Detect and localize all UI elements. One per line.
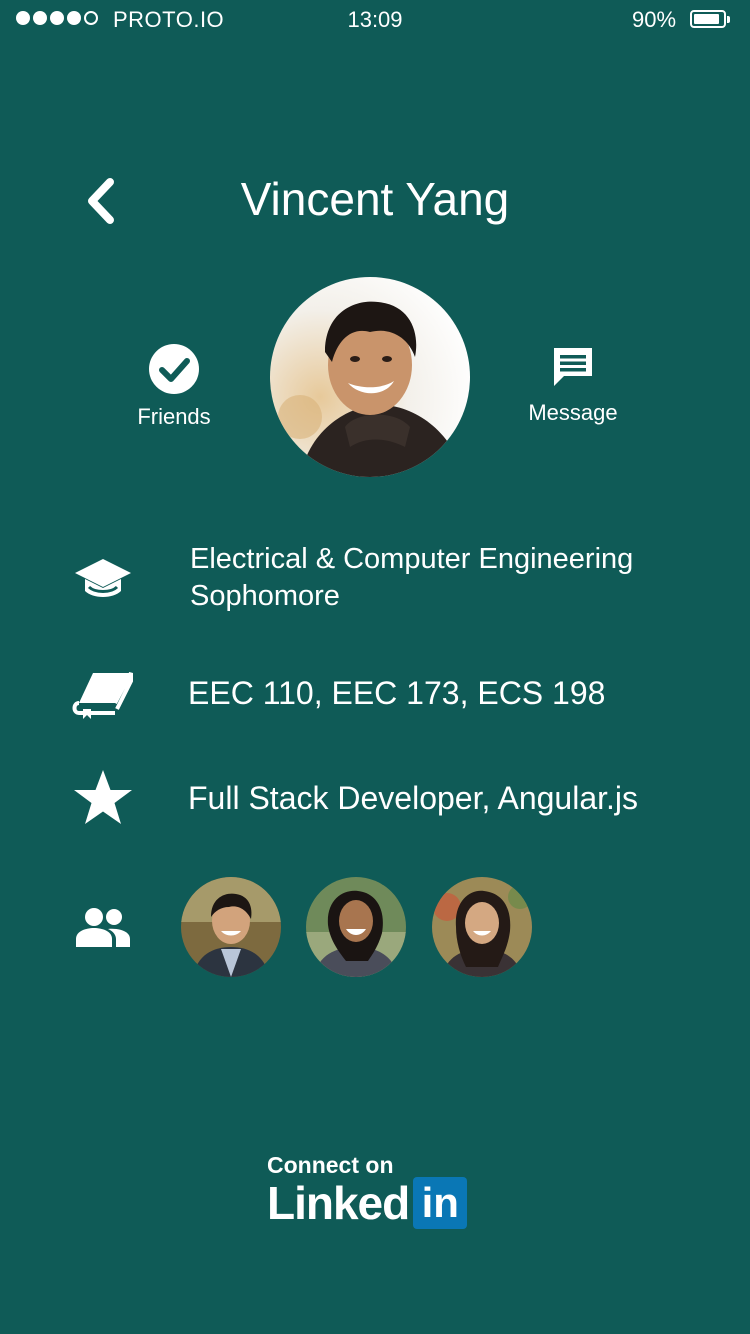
education-year: Sophomore <box>190 580 340 612</box>
message-button[interactable]: Message <box>513 344 633 426</box>
courses-text: EEC 110, EEC 173, ECS 198 <box>188 675 606 711</box>
connect-on-label: Connect on <box>267 1152 394 1178</box>
linkedin-wordmark: Linked <box>267 1177 410 1229</box>
linkedin-logo-box: in <box>413 1177 468 1229</box>
linkedin-connect-button[interactable]: Linked in <box>267 1176 468 1230</box>
friend-photo-2 <box>306 877 406 977</box>
battery-tip <box>727 16 730 23</box>
graduation-cap-icon <box>75 559 131 597</box>
book-icon <box>72 672 133 719</box>
message-label: Message <box>528 400 618 425</box>
check-circle-icon <box>149 344 199 394</box>
education-row-icon <box>68 552 138 608</box>
profile-photo <box>270 277 470 477</box>
friends-row-icon <box>68 905 138 949</box>
profile-avatar <box>270 277 470 477</box>
skills-text: Full Stack Developer, Angular.js <box>188 780 639 816</box>
people-icon <box>76 908 130 947</box>
battery-percent: 90% <box>632 7 677 32</box>
page-title: Vincent Yang <box>240 173 510 225</box>
friend-photo-3 <box>432 877 532 977</box>
chat-bubble-icon <box>554 348 592 386</box>
education-text: Electrical & Computer Engineering Sophom… <box>190 541 633 615</box>
friend-avatar-1[interactable] <box>181 877 281 977</box>
friends-label: Friends <box>137 404 211 429</box>
battery-icon <box>690 10 726 28</box>
friend-avatar-2[interactable] <box>306 877 406 977</box>
friend-photo-1 <box>181 877 281 977</box>
friend-avatar-3[interactable] <box>432 877 532 977</box>
friends-button[interactable]: Friends <box>120 344 228 430</box>
education-major: Electrical & Computer Engineering <box>190 543 634 575</box>
status-bar: PROTO.IO 13:09 90% <box>0 0 750 40</box>
courses-row-icon <box>68 668 138 720</box>
battery-level <box>694 14 720 24</box>
skills-row-icon <box>68 768 138 828</box>
star-icon <box>74 770 132 824</box>
